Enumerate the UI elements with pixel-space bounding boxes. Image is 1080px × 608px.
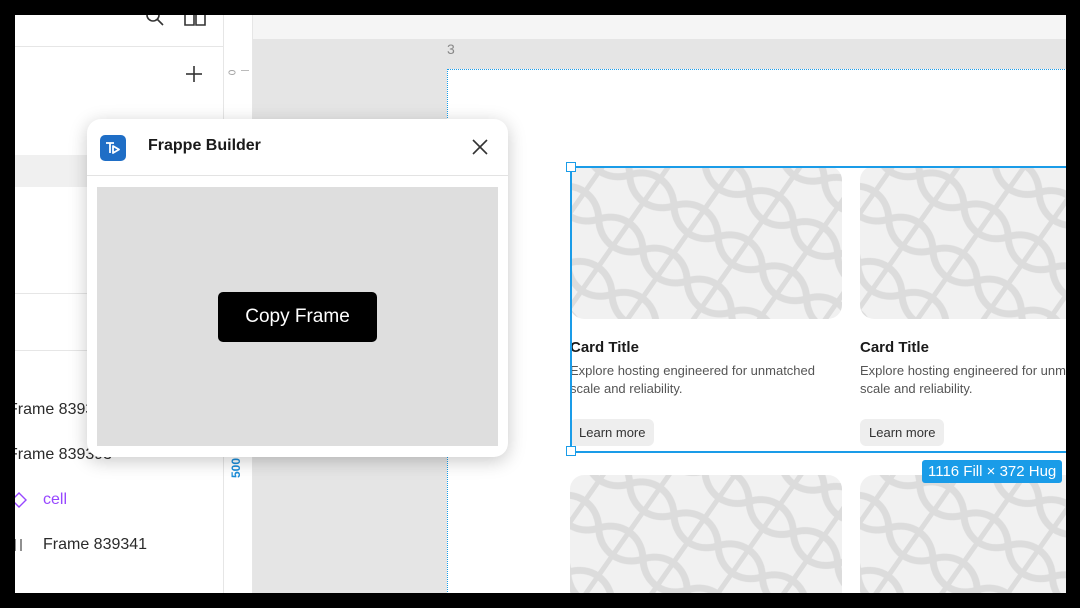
resize-handle[interactable] (566, 162, 576, 172)
plus-icon[interactable] (185, 65, 203, 88)
size-badge: 1116 Fill × 372 Hug (922, 460, 1063, 483)
plugin-window: Frappe Builder Copy Frame (87, 119, 508, 457)
frappe-builder-logo (100, 135, 126, 161)
close-icon[interactable] (470, 137, 490, 157)
frame-icon (15, 538, 25, 557)
frame-label[interactable]: 3 (447, 41, 455, 57)
plugin-content-area: Copy Frame (97, 187, 498, 446)
card[interactable] (860, 475, 1066, 593)
app-screen: Frame 83939 Frame 839393 cell Frame 8393… (15, 15, 1066, 593)
ruler-mark-selected: 500 (229, 457, 244, 479)
resize-handle[interactable] (566, 446, 576, 456)
search-icon[interactable] (145, 15, 165, 34)
panel-toolbar (15, 15, 223, 47)
plugin-title: Frappe Builder (148, 137, 261, 154)
card-image (570, 475, 842, 593)
copy-frame-button[interactable]: Copy Frame (218, 292, 377, 342)
selection-box[interactable] (570, 166, 1066, 453)
ruler-tick (241, 70, 249, 71)
layer-label: cell (43, 491, 68, 508)
ruler-mark: 0 (227, 69, 239, 76)
card[interactable] (570, 475, 842, 593)
canvas-top-strip (253, 15, 1066, 39)
plugin-header: Frappe Builder (87, 119, 508, 176)
library-icon[interactable] (183, 15, 207, 34)
layer-label: Frame 839341 (43, 536, 148, 553)
card-image (860, 475, 1066, 593)
component-icon (15, 492, 27, 513)
